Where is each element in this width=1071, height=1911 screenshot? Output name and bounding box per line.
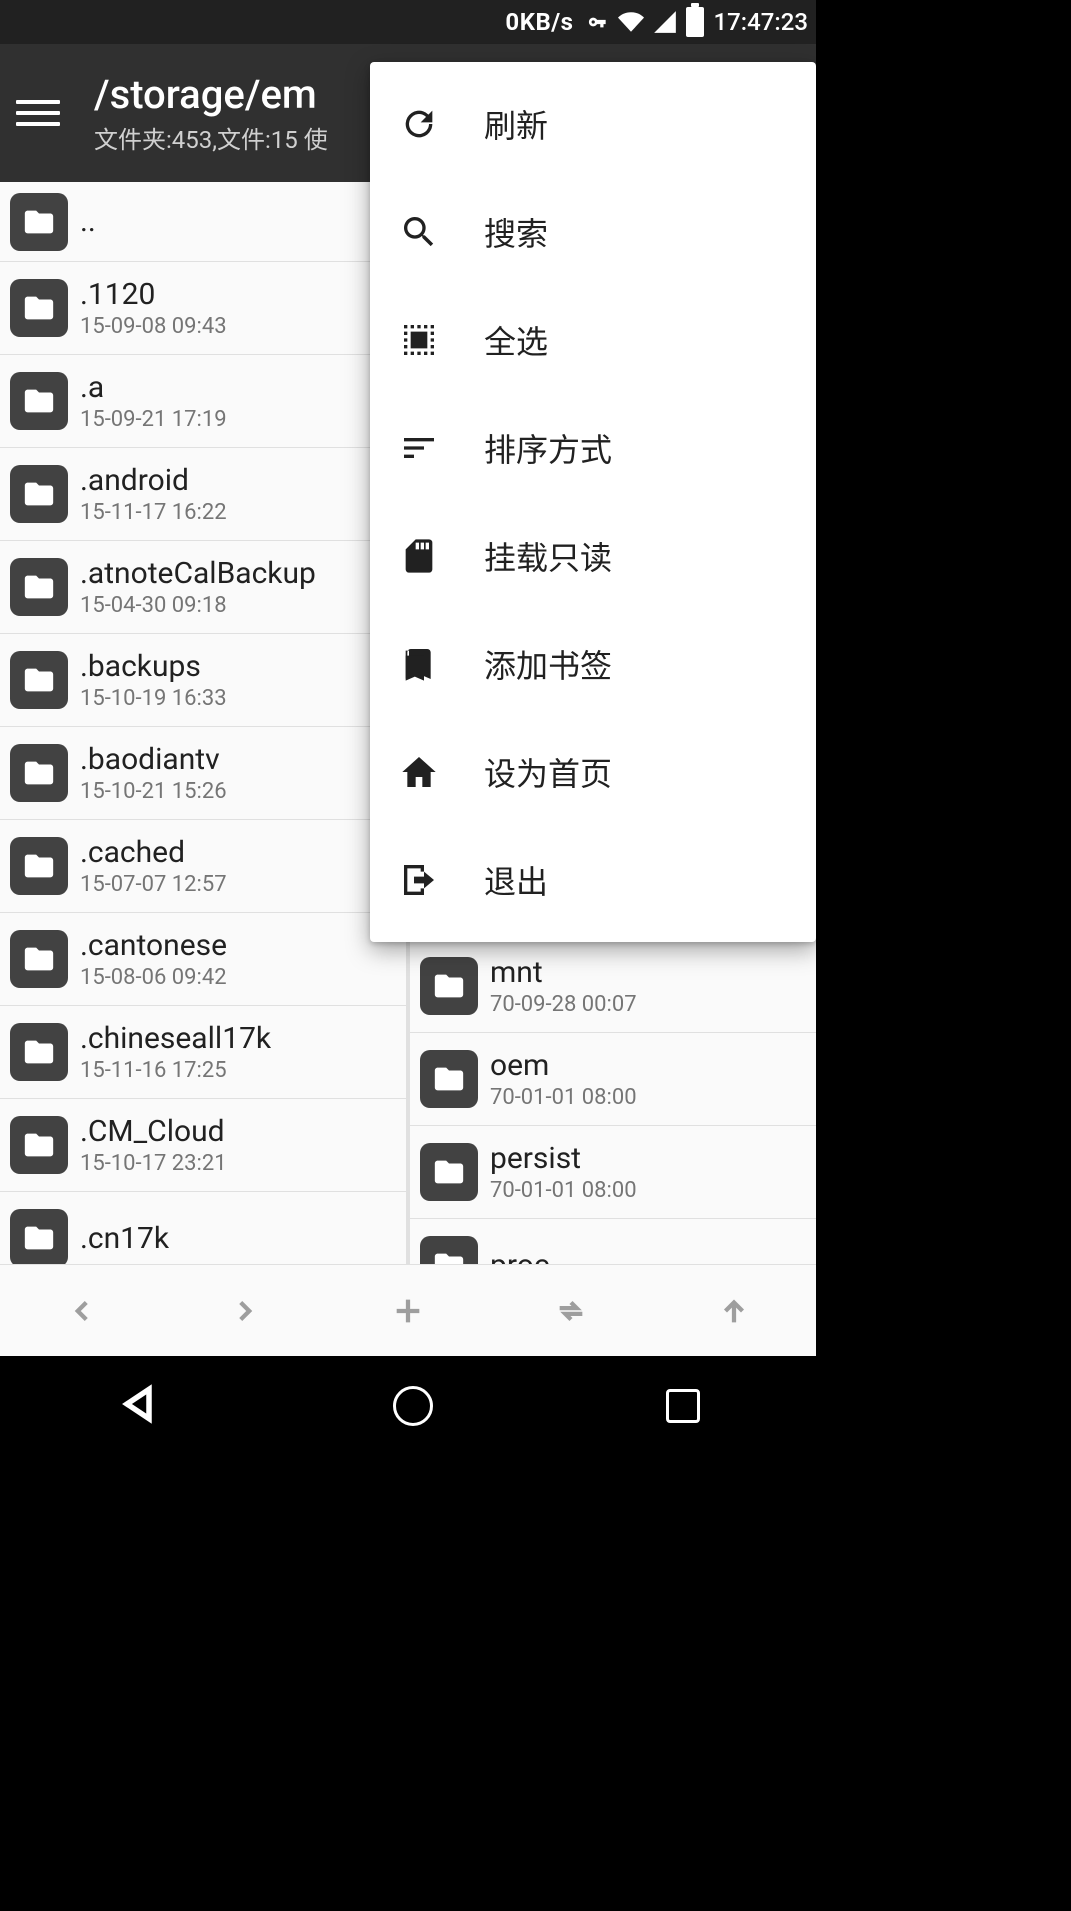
menu-label: 排序方式 bbox=[484, 425, 612, 471]
menu-label: 刷新 bbox=[484, 101, 548, 147]
menu-label: 设为首页 bbox=[484, 749, 612, 795]
sort-icon bbox=[398, 427, 440, 469]
select-all-icon bbox=[398, 319, 440, 361]
menu-item-set_home[interactable]: 设为首页 bbox=[370, 718, 816, 826]
menu-item-refresh[interactable]: 刷新 bbox=[370, 70, 816, 178]
menu-label: 搜索 bbox=[484, 209, 548, 255]
overflow-menu: 刷新搜索全选排序方式挂载只读添加书签设为首页退出 bbox=[370, 62, 816, 942]
refresh-icon bbox=[398, 103, 440, 145]
menu-item-search[interactable]: 搜索 bbox=[370, 178, 816, 286]
menu-label: 挂载只读 bbox=[484, 533, 612, 579]
menu-label: 添加书签 bbox=[484, 641, 612, 687]
menu-item-sort[interactable]: 排序方式 bbox=[370, 394, 816, 502]
menu-item-exit[interactable]: 退出 bbox=[370, 826, 816, 934]
home-icon bbox=[398, 751, 440, 793]
menu-item-select_all[interactable]: 全选 bbox=[370, 286, 816, 394]
menu-label: 全选 bbox=[484, 317, 548, 363]
menu-item-bookmark[interactable]: 添加书签 bbox=[370, 610, 816, 718]
bookmark-add-icon bbox=[398, 643, 440, 685]
menu-label: 退出 bbox=[484, 857, 548, 903]
menu-item-mount_ro[interactable]: 挂载只读 bbox=[370, 502, 816, 610]
sd-card-icon bbox=[398, 535, 440, 577]
exit-icon bbox=[398, 859, 440, 901]
search-icon bbox=[398, 211, 440, 253]
